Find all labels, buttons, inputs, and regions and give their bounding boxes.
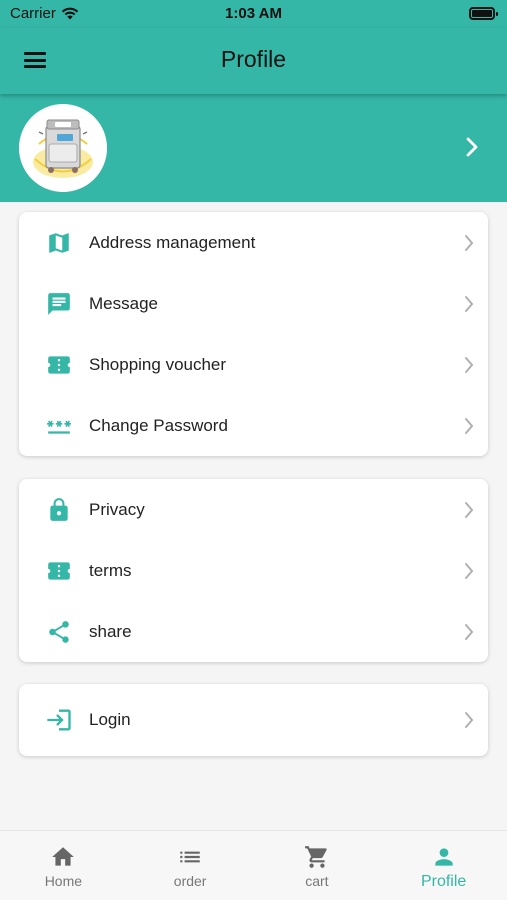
menu-item-label: Privacy — [89, 499, 145, 519]
menu-item-terms[interactable]: terms — [19, 540, 488, 601]
share-icon — [45, 618, 73, 646]
menu-item-address-management[interactable]: Address management — [19, 212, 488, 273]
menu-item-label: Login — [89, 710, 131, 729]
menu-item-label: Shopping voucher — [89, 354, 227, 374]
tab-label: order — [173, 873, 207, 889]
washing-machine-image — [19, 104, 107, 192]
menu-item-change-password[interactable]: Change Password — [19, 395, 488, 456]
menu-item-label: Address management — [89, 232, 256, 252]
status-time: 1:03 AM — [225, 5, 282, 22]
menu-item-privacy[interactable]: Privacy — [19, 479, 488, 540]
home-icon — [52, 847, 75, 866]
password-icon — [45, 412, 73, 440]
message-icon — [45, 290, 73, 318]
map-icon — [45, 229, 73, 257]
bottom-tab-bar: Home order cart Profile — [0, 830, 507, 900]
menu-card-legal: Privacy terms share — [19, 479, 488, 662]
chevron-right-icon — [465, 356, 474, 373]
tab-label: Home — [44, 873, 83, 889]
chevron-right-icon — [465, 501, 474, 518]
menu-item-login[interactable]: Login — [19, 684, 488, 756]
chevron-right-icon — [465, 295, 474, 312]
menu-item-message[interactable]: Message — [19, 273, 488, 334]
tab-profile[interactable]: Profile — [380, 831, 507, 900]
tab-order[interactable]: order — [127, 831, 254, 900]
app-bar: Profile — [0, 28, 507, 94]
cart-icon — [304, 846, 327, 868]
profile-header[interactable] — [0, 94, 507, 202]
tab-label: Profile — [420, 873, 467, 890]
status-bar: Carrier 1:03 AM — [0, 0, 507, 28]
ticket-icon — [45, 351, 73, 379]
menu-item-label: terms — [89, 560, 132, 580]
menu-card-auth: Login — [19, 684, 488, 756]
tab-label: cart — [305, 873, 329, 889]
chevron-right-icon — [465, 417, 474, 434]
menu-item-shopping-voucher[interactable]: Shopping voucher — [19, 334, 488, 395]
list-icon — [180, 851, 200, 863]
chevron-right-icon — [465, 234, 474, 251]
menu-item-label: Message — [89, 293, 158, 313]
login-icon — [45, 706, 73, 734]
menu-item-share[interactable]: share — [19, 601, 488, 662]
chevron-right-icon — [465, 712, 474, 728]
lock-icon — [45, 496, 73, 524]
menu-card-account: Address management Message Shopping vouc… — [19, 212, 488, 456]
avatar[interactable] — [19, 104, 107, 192]
tab-home[interactable]: Home — [0, 831, 127, 900]
ticket-icon — [45, 557, 73, 585]
chevron-right-icon[interactable] — [465, 136, 479, 158]
chevron-right-icon — [465, 623, 474, 640]
chevron-right-icon — [465, 562, 474, 579]
battery-icon — [469, 7, 498, 20]
page-title: Profile — [220, 46, 287, 72]
tab-cart[interactable]: cart — [254, 831, 381, 900]
person-icon — [434, 848, 453, 866]
menu-item-label: Change Password — [89, 415, 228, 435]
menu-item-label: share — [89, 621, 132, 641]
